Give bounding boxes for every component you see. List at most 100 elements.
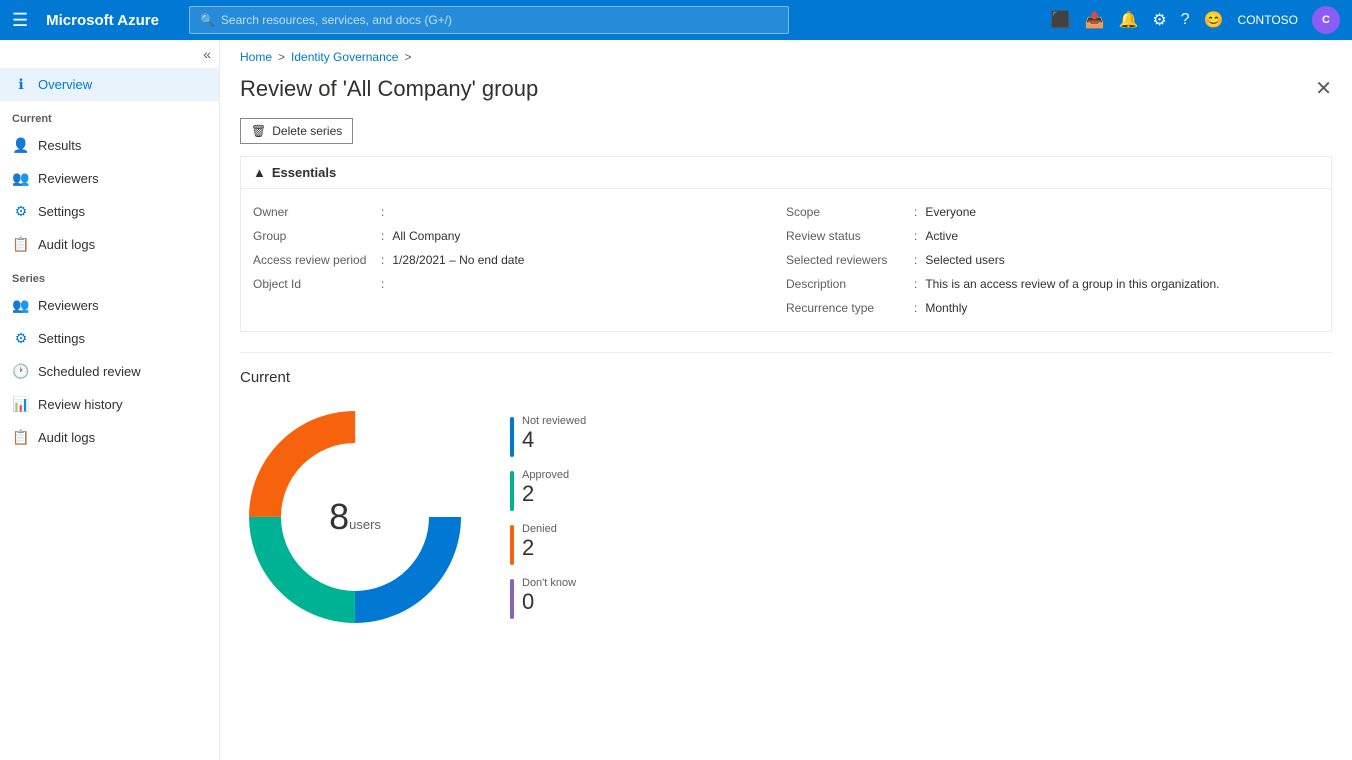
essentials-owner-row: Owner : [253,201,786,223]
legend-bar-dont-know [510,579,514,619]
object-id-label: Object Id [253,277,373,291]
series-section-label: Series [0,261,219,289]
contoso-label: CONTOSO [1238,13,1298,27]
selected-reviewers-sep: : [914,253,917,267]
help-icon[interactable]: ? [1181,11,1190,29]
recurrence-type-label: Recurrence type [786,301,906,315]
sidebar-item-results[interactable]: 👤 Results [0,129,219,162]
legend-label-denied: Denied [522,523,557,535]
sidebar: « ℹ Overview Current 👤 Results 👥 Reviewe… [0,40,220,760]
current-section-label: Current [0,101,219,129]
description-value: This is an access review of a group in t… [925,277,1219,291]
settings-icon[interactable]: ⚙ [1152,10,1166,30]
sidebar-item-settings-series[interactable]: ⚙ Settings [0,322,219,355]
sidebar-settings-series-label: Settings [38,331,85,346]
cloud-shell-icon[interactable]: ⬛ [1051,10,1071,30]
sidebar-item-scheduled-review[interactable]: 🕐 Scheduled review [0,355,219,388]
breadcrumb-sep1: > [278,50,285,64]
legend-bar-denied [510,525,514,565]
description-sep: : [914,277,917,291]
access-review-period-label: Access review period [253,253,373,267]
selected-reviewers-label: Selected reviewers [786,253,906,267]
legend-item-denied: Denied 2 [510,523,586,565]
selected-reviewers-value: Selected users [925,253,1004,267]
sidebar-item-reviewers-series[interactable]: 👥 Reviewers [0,289,219,322]
group-value: All Company [392,229,460,243]
overview-icon: ℹ [12,76,30,93]
object-id-sep: : [381,277,384,291]
group-label: Group [253,229,373,243]
top-navigation: ☰ Microsoft Azure 🔍 ⬛ 📤 🔔 ⚙ ? 😊 CONTOSO … [0,0,1352,40]
sidebar-overview-label: Overview [38,77,92,92]
sidebar-scheduled-review-label: Scheduled review [38,364,141,379]
essentials-body: Owner : Group : All Company Access revie… [241,189,1331,331]
search-bar[interactable]: 🔍 [189,6,789,34]
sidebar-audit-logs-current-label: Audit logs [38,237,95,252]
review-status-label: Review status [786,229,906,243]
feedback-icon[interactable]: 😊 [1204,10,1224,30]
reviewers-current-icon: 👥 [12,170,30,187]
essentials-scope-row: Scope : Everyone [786,201,1319,223]
legend-label-not-reviewed: Not reviewed [522,415,586,427]
essentials-object-id-row: Object Id : [253,273,786,295]
essentials-title: Essentials [272,165,336,180]
avatar[interactable]: C [1312,6,1340,34]
close-button[interactable]: ✕ [1315,76,1332,101]
legend-label-approved: Approved [522,469,569,481]
access-review-period-sep: : [381,253,384,267]
sidebar-settings-current-label: Settings [38,204,85,219]
breadcrumb-identity-governance[interactable]: Identity Governance [291,50,398,64]
current-section-title: Current [240,369,1332,386]
breadcrumb: Home > Identity Governance > [220,40,1352,68]
scope-sep: : [914,205,917,219]
donut-total-count: 8 [329,496,349,537]
page-header: Review of 'All Company' group ✕ [220,68,1352,118]
legend-bar-not-reviewed [510,417,514,457]
essentials-left-col: Owner : Group : All Company Access revie… [253,201,786,319]
reviewers-series-icon: 👥 [12,297,30,314]
essentials-group-row: Group : All Company [253,225,786,247]
essentials-recurrence-type-row: Recurrence type : Monthly [786,297,1319,319]
review-status-value: Active [925,229,958,243]
legend-item-not-reviewed: Not reviewed 4 [510,415,586,457]
audit-logs-current-icon: 📋 [12,236,30,253]
delete-series-button[interactable]: 🗑 Delete series [240,118,353,144]
portal-settings-icon[interactable]: 📤 [1085,10,1105,30]
sidebar-item-review-history[interactable]: 📊 Review history [0,388,219,421]
chart-legend: Not reviewed 4 Approved 2 [510,415,586,619]
sidebar-item-settings-current[interactable]: ⚙ Settings [0,195,219,228]
recurrence-type-sep: : [914,301,917,315]
notifications-icon[interactable]: 🔔 [1118,10,1138,30]
sidebar-item-audit-logs-series[interactable]: 📋 Audit logs [0,421,219,454]
search-input[interactable] [221,13,778,27]
sidebar-item-overview[interactable]: ℹ Overview [0,68,219,101]
access-review-period-value: 1/28/2021 – No end date [392,253,524,267]
review-history-icon: 📊 [12,396,30,413]
sidebar-item-reviewers-current[interactable]: 👥 Reviewers [0,162,219,195]
sidebar-reviewers-series-label: Reviewers [38,298,99,313]
essentials-header[interactable]: ▲ Essentials [241,157,1331,189]
donut-chart: 8users [240,402,470,632]
delete-series-label: Delete series [272,124,342,138]
section-divider [240,352,1332,353]
page-title: Review of 'All Company' group [240,76,538,102]
hamburger-menu[interactable]: ☰ [12,10,28,31]
collapse-icon: « [203,46,211,62]
results-icon: 👤 [12,137,30,154]
toolbar: 🗑 Delete series [220,118,1352,156]
sidebar-item-audit-logs-current[interactable]: 📋 Audit logs [0,228,219,261]
settings-series-icon: ⚙ [12,330,30,347]
legend-value-dont-know: 0 [522,589,576,615]
legend-text-dont-know: Don't know 0 [522,577,576,615]
recurrence-type-value: Monthly [925,301,967,315]
legend-value-not-reviewed: 4 [522,427,586,453]
essentials-review-status-row: Review status : Active [786,225,1319,247]
sidebar-reviewers-current-label: Reviewers [38,171,99,186]
description-label: Description [786,277,906,291]
scheduled-review-icon: 🕐 [12,363,30,380]
breadcrumb-home[interactable]: Home [240,50,272,64]
sidebar-collapse-button[interactable]: « [0,40,219,68]
scope-label: Scope [786,205,906,219]
group-sep: : [381,229,384,243]
sidebar-review-history-label: Review history [38,397,123,412]
